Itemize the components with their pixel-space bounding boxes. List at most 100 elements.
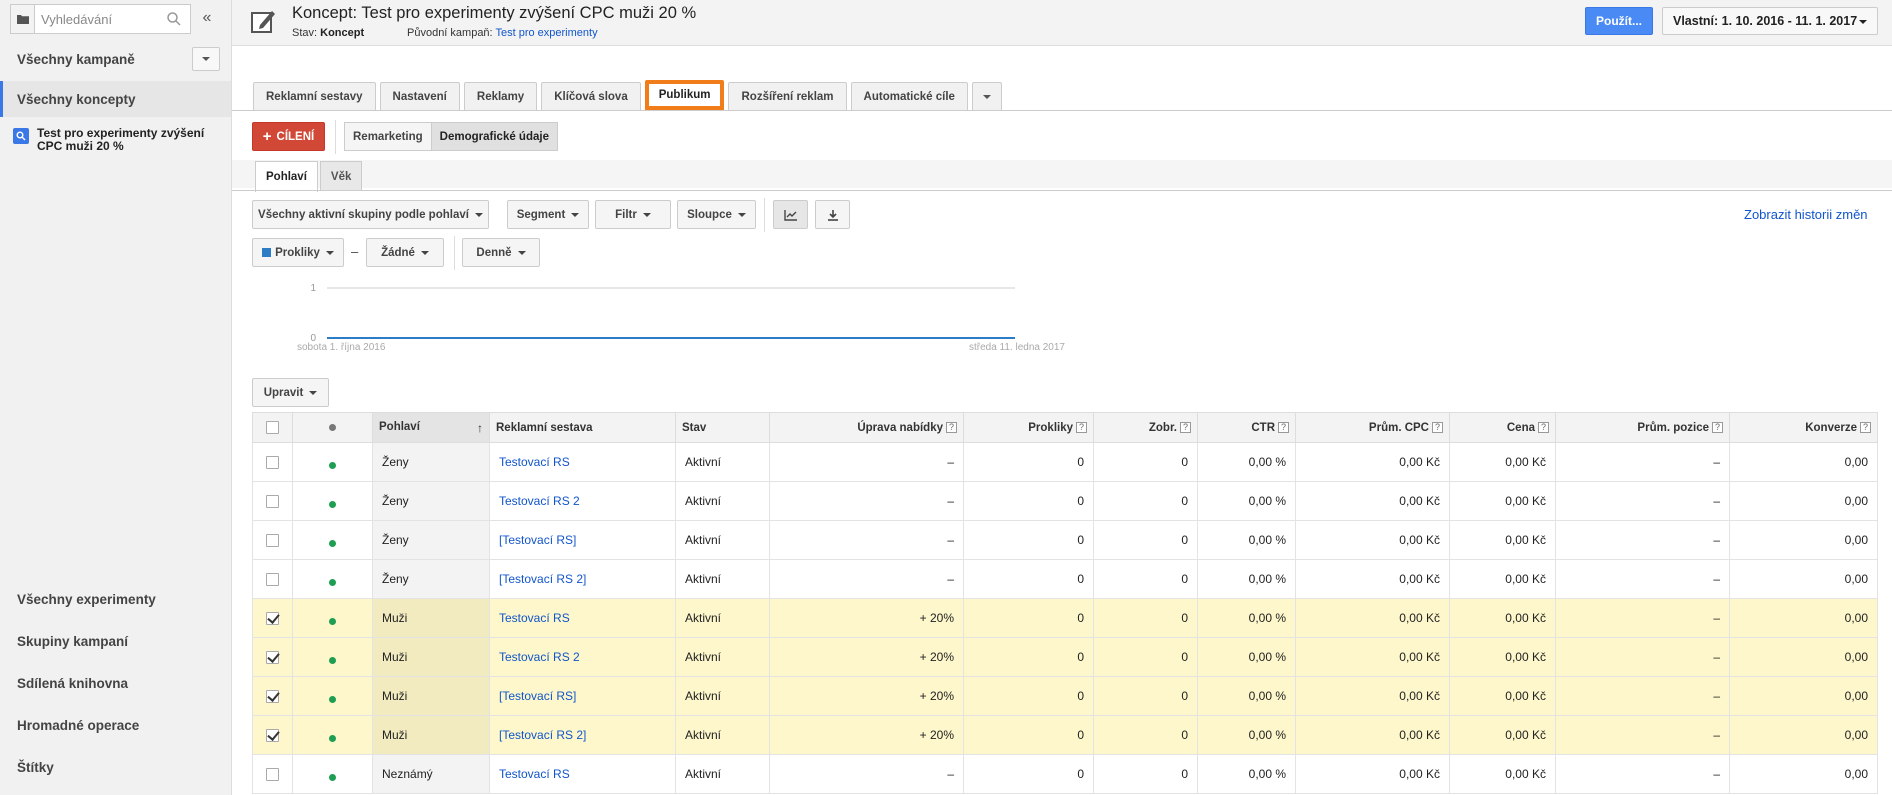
more-tabs-button[interactable] — [971, 82, 1002, 110]
subtab-age[interactable]: Věk — [319, 161, 363, 191]
impressions-cell: 0 — [1093, 598, 1198, 638]
column-header-impressions[interactable]: Zobr.? — [1093, 412, 1198, 443]
sidebar-item-all-drafts[interactable]: Všechny koncepty — [0, 81, 231, 117]
metric1-dropdown[interactable]: Prokliky — [252, 238, 344, 267]
help-icon[interactable]: ? — [1180, 421, 1191, 433]
avg-cpc-cell: 0,00 Kč — [1295, 715, 1450, 755]
clicks-cell: 0 — [963, 520, 1094, 560]
adgroup-link[interactable]: Testovací RS 2 — [499, 494, 580, 508]
search-input[interactable] — [41, 9, 161, 29]
help-icon[interactable]: ? — [1432, 421, 1443, 433]
row-checkbox[interactable] — [252, 676, 293, 716]
row-checkbox[interactable] — [252, 442, 293, 482]
status-cell — [292, 676, 373, 716]
select-all-checkbox[interactable] — [252, 412, 293, 443]
parent-campaign-link[interactable]: Test pro experimenty — [495, 27, 597, 39]
adgroup-link[interactable]: [Testovací RS] — [499, 689, 576, 703]
row-checkbox[interactable] — [252, 637, 293, 677]
segment-demographics[interactable]: Demografické údaje — [431, 122, 558, 151]
gender-cell: Muži — [372, 598, 490, 638]
adgroup-link[interactable]: [Testovací RS 2] — [499, 572, 586, 586]
filter-dropdown[interactable]: Filtr — [595, 200, 671, 229]
date-range-picker[interactable]: Vlastní: 1. 10. 2016 - 11. 1. 2017 — [1662, 7, 1878, 35]
edit-dropdown[interactable]: Upravit — [252, 378, 329, 407]
segment-remarketing[interactable]: Remarketing — [344, 122, 432, 151]
row-checkbox[interactable] — [252, 754, 293, 794]
column-header-gender[interactable]: Pohlaví ↑ — [372, 412, 490, 443]
ctr-cell: 0,00 % — [1197, 559, 1296, 599]
sidebar-item-bulk-operations[interactable]: Hromadné operace — [0, 706, 231, 744]
tab-ads[interactable]: Reklamy — [463, 82, 538, 110]
download-icon — [827, 209, 838, 221]
folder-icon[interactable] — [11, 5, 35, 33]
column-header-avg-position[interactable]: Prům. pozice? — [1555, 412, 1730, 443]
status-dot-icon — [329, 657, 336, 665]
sidebar-draft-item[interactable]: Test pro experimenty zvýšení CPC muži 20… — [13, 127, 231, 153]
divider — [454, 236, 455, 270]
subtab-gender[interactable]: Pohlaví — [255, 161, 318, 192]
help-icon[interactable]: ? — [1278, 421, 1289, 433]
tab-strip: Reklamní sestavy Nastavení Reklamy Klíčo… — [232, 46, 1892, 111]
columns-dropdown[interactable]: Sloupce — [677, 200, 756, 229]
change-history-link[interactable]: Zobrazit historii změn — [1744, 207, 1868, 222]
table-row: Muži Testovací RS Aktivní + 20% 0 0 0,00 % 0,00… — [252, 598, 1878, 638]
adgroup-link[interactable]: Testovací RS — [499, 611, 570, 625]
column-header-adgroup[interactable]: Reklamní sestava — [489, 412, 676, 443]
chart-toggle-button[interactable] — [773, 200, 808, 229]
help-icon[interactable]: ? — [946, 421, 957, 433]
row-checkbox[interactable] — [252, 520, 293, 560]
tab-ad-extensions[interactable]: Rozšíření reklam — [728, 82, 847, 110]
sidebar-item-experiments[interactable]: Všechny experimenty — [0, 580, 231, 618]
adgroup-link[interactable]: Testovací RS — [499, 455, 570, 469]
tab-settings[interactable]: Nastavení — [379, 82, 460, 110]
adgroups-filter-label: Všechny aktivní skupiny podle pohlaví — [258, 208, 469, 221]
impressions-cell: 0 — [1093, 754, 1198, 794]
help-icon[interactable]: ? — [1076, 421, 1087, 433]
cost-cell: 0,00 Kč — [1449, 715, 1556, 755]
tab-audience[interactable]: Publikum — [644, 80, 725, 110]
adgroup-link[interactable]: Testovací RS — [499, 767, 570, 781]
column-header-conversions[interactable]: Konverze? — [1729, 412, 1878, 443]
adgroup-link[interactable]: Testovací RS 2 — [499, 650, 580, 664]
cost-cell: 0,00 Kč — [1449, 520, 1556, 560]
column-header-ctr[interactable]: CTR? — [1197, 412, 1296, 443]
download-button[interactable] — [815, 200, 850, 229]
column-header-status[interactable]: Stav — [675, 412, 770, 443]
adgroups-filter-dropdown[interactable]: Všechny aktivní skupiny podle pohlaví — [252, 200, 489, 229]
period-dropdown[interactable]: Denně — [462, 238, 540, 267]
avg-cpc-cell: 0,00 Kč — [1295, 598, 1450, 638]
impressions-cell: 0 — [1093, 481, 1198, 521]
sidebar-item-campaign-groups[interactable]: Skupiny kampaní — [0, 622, 231, 660]
sidebar-item-labels[interactable]: Štítky — [0, 748, 231, 786]
column-header-cost[interactable]: Cena? — [1449, 412, 1556, 443]
status-dot-icon — [329, 423, 336, 431]
column-header-bid-adjustment[interactable]: Úprava nabídky? — [769, 412, 964, 443]
row-checkbox[interactable] — [252, 598, 293, 638]
clicks-cell: 0 — [963, 559, 1094, 599]
status-dot-icon — [329, 696, 336, 704]
search-icon[interactable] — [166, 11, 182, 27]
adgroup-link[interactable]: [Testovací RS 2] — [499, 728, 586, 742]
tab-auto-targets[interactable]: Automatické cíle — [850, 82, 968, 110]
gender-cell: Muži — [372, 676, 490, 716]
adgroup-link[interactable]: [Testovací RS] — [499, 533, 576, 547]
help-icon[interactable]: ? — [1712, 421, 1723, 433]
tab-keywords[interactable]: Klíčová slova — [541, 82, 641, 110]
tab-ad-groups[interactable]: Reklamní sestavy — [253, 82, 376, 110]
column-header-clicks[interactable]: Prokliky? — [963, 412, 1094, 443]
help-icon[interactable]: ? — [1538, 421, 1549, 433]
metric2-dropdown[interactable]: Žádné — [366, 238, 444, 267]
row-checkbox[interactable] — [252, 715, 293, 755]
chevron-down-icon — [202, 57, 210, 61]
collapse-sidebar-icon[interactable]: « — [197, 8, 217, 28]
apply-button[interactable]: Použít... — [1585, 7, 1653, 35]
column-header-avg-cpc[interactable]: Prům. CPC? — [1295, 412, 1450, 443]
sidebar-item-shared-library[interactable]: Sdílená knihovna — [0, 664, 231, 702]
row-checkbox[interactable] — [252, 559, 293, 599]
avg-position-cell: – — [1555, 559, 1730, 599]
campaigns-dropdown-button[interactable] — [192, 47, 220, 71]
row-checkbox[interactable] — [252, 481, 293, 521]
segment-dropdown[interactable]: Segment — [507, 200, 589, 229]
help-icon[interactable]: ? — [1860, 421, 1871, 433]
add-targeting-button[interactable]: + CÍLENÍ — [252, 122, 325, 151]
